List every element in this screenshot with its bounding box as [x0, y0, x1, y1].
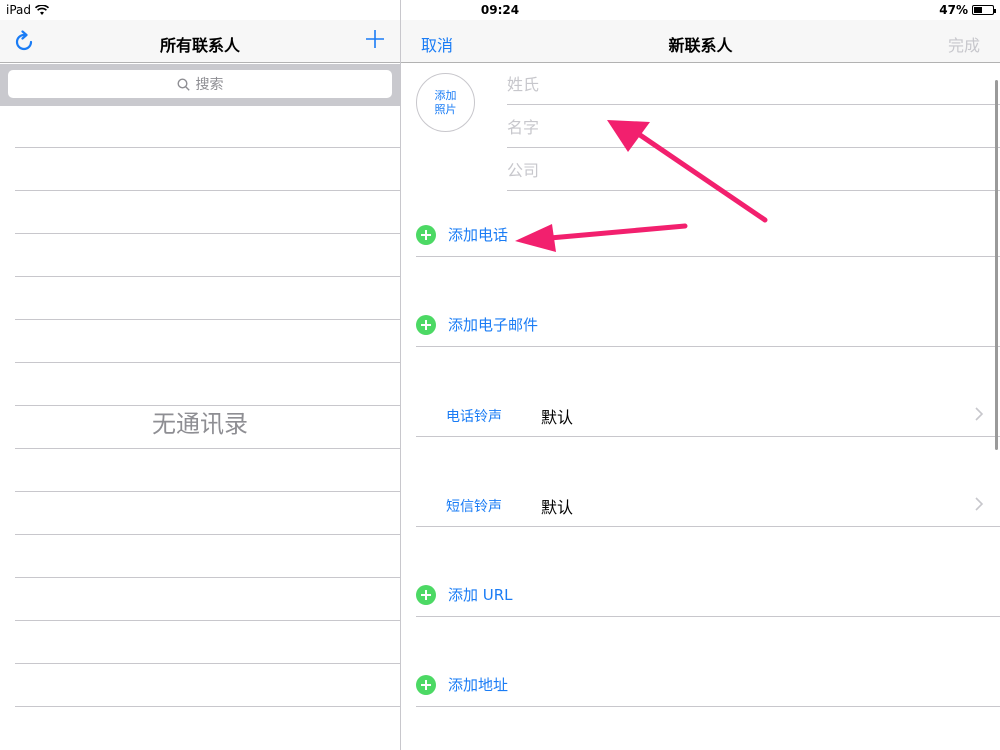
first-name-input[interactable] [507, 105, 1000, 147]
company-field [507, 148, 1000, 191]
list-divider [15, 706, 400, 707]
add-address-row[interactable]: 添加地址 [416, 663, 1000, 707]
last-name-input[interactable] [507, 62, 1000, 104]
add-phone-label: 添加电话 [448, 226, 509, 244]
list-divider [15, 319, 400, 320]
battery-tip [994, 9, 996, 13]
add-url-row[interactable]: 添加 URL [416, 573, 1000, 617]
last-name-field [507, 62, 1000, 105]
new-contact-title: 新联系人 [668, 36, 733, 55]
company-input[interactable] [507, 148, 1000, 190]
search-placeholder: 搜索 [195, 77, 224, 93]
battery-icon [972, 5, 996, 15]
list-divider [15, 620, 400, 621]
contacts-title: 所有联系人 [159, 36, 240, 55]
add-email-label: 添加电子邮件 [448, 316, 539, 334]
list-divider [15, 190, 400, 191]
search-input[interactable]: 搜索 [8, 70, 392, 98]
search-bar: 搜索 [0, 64, 400, 106]
add-photo-line2: 照片 [434, 102, 457, 116]
add-green-plus-icon [416, 224, 436, 245]
list-divider [15, 276, 400, 277]
list-divider [15, 663, 400, 664]
list-divider [15, 491, 400, 492]
add-phone-row[interactable]: 添加电话 [416, 213, 1000, 257]
first-name-field [507, 105, 1000, 148]
list-divider [15, 577, 400, 578]
list-divider [15, 448, 400, 449]
new-contact-nav-bar: 取消 新联系人 完成 [401, 20, 1000, 63]
text-tone-row[interactable]: 短信铃声 默认 [416, 483, 1000, 527]
ringtone-row[interactable]: 电话铃声 默认 [416, 393, 1000, 437]
add-green-plus-icon [416, 584, 436, 605]
text-tone-label: 短信铃声 [446, 499, 502, 515]
add-address-label: 添加地址 [448, 676, 509, 694]
list-divider [15, 534, 400, 535]
add-photo-line1: 添加 [434, 88, 457, 102]
new-contact-pane: 取消 新联系人 完成 添加 照片 添加电话 添加电子邮件 电话铃声 默认 短信铃… [401, 20, 1000, 750]
status-right: 47% [939, 3, 996, 17]
status-time: 09:24 [480, 3, 520, 17]
battery-percent: 47% [939, 3, 968, 17]
ringtone-label: 电话铃声 [446, 409, 502, 425]
empty-contacts-text: 无通讯录 [152, 410, 248, 438]
status-bar: iPad 09:24 47% [0, 0, 1000, 20]
done-button[interactable]: 完成 [948, 32, 980, 56]
chevron-right-icon [975, 407, 984, 421]
add-green-plus-icon [416, 674, 436, 695]
ringtone-value: 默认 [541, 408, 574, 427]
text-tone-value: 默认 [541, 498, 574, 517]
contacts-nav-bar: 所有联系人 [0, 20, 400, 63]
add-contact-plus-icon[interactable] [364, 28, 386, 50]
add-photo-button[interactable]: 添加 照片 [416, 73, 475, 132]
list-divider [15, 362, 400, 363]
list-divider [15, 147, 400, 148]
list-divider [15, 233, 400, 234]
add-url-label: 添加 URL [448, 586, 513, 604]
contacts-list-pane: 所有联系人 搜索 无通讯录 [0, 20, 400, 750]
search-icon [176, 77, 190, 91]
scrollbar[interactable] [995, 80, 998, 450]
battery-fill [974, 7, 982, 13]
add-email-row[interactable]: 添加电子邮件 [416, 303, 1000, 347]
chevron-right-icon [975, 497, 984, 511]
add-green-plus-icon [416, 314, 436, 335]
